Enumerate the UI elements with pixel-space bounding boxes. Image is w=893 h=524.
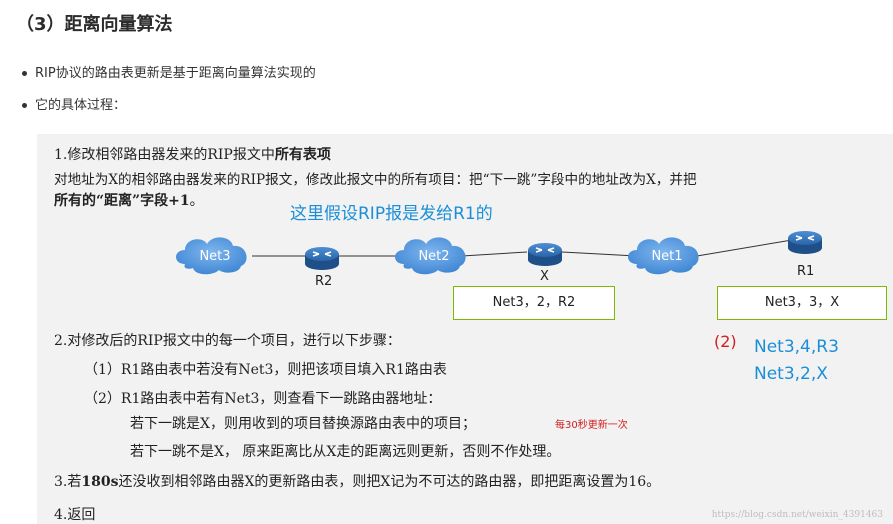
update-interval-note: 每30秒更新一次 <box>555 420 628 431</box>
step2-title: 2.对修改后的RIP报文中的每一个项目，进行以下步骤： <box>54 333 401 349</box>
router-icon <box>305 247 339 270</box>
step4-text: 4.返回 <box>54 507 96 523</box>
step3-text-c: 还没收到相邻路由器X的更新路由表，则把X记为不可达的路由器，即把距离设置为16。 <box>118 474 661 490</box>
step3-text: 3.若180s还没收到相邻路由器X的更新路由表，则把X记为不可达的路由器，即把距… <box>54 471 660 491</box>
bullet-text: 它的具体过程： <box>35 98 127 113</box>
step3-timeout: 180s <box>81 474 119 490</box>
bullet-dot <box>22 71 27 76</box>
bullet-text: RIP协议的路由表更新是基于距离向量算法实现的 <box>35 66 316 81</box>
bullet-dot <box>22 103 27 108</box>
step2-sub2: （2）R1路由表中若有Net3，则查看下一跳路由器地址： <box>84 391 442 407</box>
note-entry: Net3,4,R3 <box>754 337 839 357</box>
step2-sub2b: 若下一跳不是X， 原来距离比从X走的距离远则更新，否则不作处理。 <box>130 444 561 460</box>
note-number: (2) <box>714 332 737 351</box>
bullet-item: RIP协议的路由表更新是基于距离向量算法实现的 <box>22 62 316 81</box>
link-net2-x <box>461 251 528 257</box>
step2-sub2a: 若下一跳是X，则用收到的项目替换源路由表中的项目； <box>130 416 476 432</box>
cloud-label-net3: Net3 <box>199 249 230 264</box>
routing-entry-box-r1: Net3，3，X <box>717 286 887 320</box>
link-x-net1 <box>561 251 638 257</box>
watermark: https://blog.csdn.net/weixin_4391463 <box>711 510 883 520</box>
section-heading: （3）距离向量算法 <box>16 14 173 35</box>
step3-text-a: 3.若 <box>54 474 82 490</box>
step2-sub1: （1）R1路由表中若没有Net3，则把该项目填入R1路由表 <box>84 362 447 378</box>
router-label-r1: R1 <box>797 264 815 279</box>
note-entry: Net3,2,X <box>754 364 828 384</box>
cloud-label-net1: Net1 <box>651 249 682 264</box>
slide-panel: 1.修改相邻路由器发来的RIP报文中所有表项 对地址为X的相邻路由器发来的RIP… <box>37 134 893 524</box>
routing-entry-box-x: Net3，2，R2 <box>453 286 615 320</box>
router-label-x: X <box>540 269 549 284</box>
router-icon <box>788 231 822 254</box>
link-net1-r1 <box>696 239 793 257</box>
router-label-r2: R2 <box>315 274 333 289</box>
cloud-label-net2: Net2 <box>418 249 449 264</box>
router-icon <box>528 243 562 266</box>
bullet-item: 它的具体过程： <box>22 94 126 113</box>
